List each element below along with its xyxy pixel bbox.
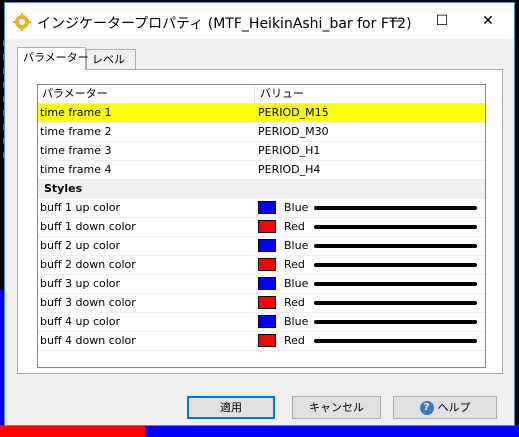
tab-panel-parameters: パラメーター バリュー time frame 1 PERIOD_M15 time… <box>17 69 503 374</box>
color-swatch[interactable] <box>258 239 276 252</box>
param-name: buff 4 down color <box>40 334 136 347</box>
table-row[interactable]: time frame 1 PERIOD_M15 <box>38 104 485 123</box>
param-name: buff 4 up color <box>40 315 121 328</box>
color-row[interactable]: buff 4 up color Blue <box>38 313 485 332</box>
line-style-sample[interactable] <box>314 244 477 248</box>
param-value[interactable]: PERIOD_M30 <box>258 123 329 141</box>
param-value[interactable]: PERIOD_H4 <box>258 161 320 179</box>
minimize-button[interactable]: — <box>373 3 419 39</box>
color-name: Red <box>284 296 305 309</box>
tab-parameters[interactable]: パラメーター <box>17 47 89 70</box>
color-row[interactable]: buff 1 up color Blue <box>38 199 485 218</box>
title-bar[interactable]: インジケータープロパティ (MTF_HeikinAshi_bar for FT2… <box>5 3 514 39</box>
color-swatch[interactable] <box>258 277 276 290</box>
maximize-button[interactable]: ☐ <box>419 3 465 39</box>
param-name: time frame 3 <box>40 144 112 157</box>
line-style-sample[interactable] <box>314 225 477 229</box>
param-value[interactable]: PERIOD_H1 <box>258 142 320 160</box>
color-row[interactable]: buff 3 down color Red <box>38 294 485 313</box>
color-swatch[interactable] <box>258 220 276 233</box>
line-style-sample[interactable] <box>314 339 477 343</box>
param-name: buff 2 up color <box>40 239 121 252</box>
property-grid: パラメーター バリュー time frame 1 PERIOD_M15 time… <box>37 84 486 368</box>
param-name: buff 2 down color <box>40 258 136 271</box>
column-header-parameter[interactable]: パラメーター <box>38 85 255 103</box>
properties-dialog: インジケータープロパティ (MTF_HeikinAshi_bar for FT2… <box>4 2 515 426</box>
param-name: buff 1 down color <box>40 220 136 233</box>
param-name: time frame 4 <box>40 163 112 176</box>
table-row[interactable]: time frame 4 PERIOD_H4 <box>38 161 485 180</box>
color-swatch[interactable] <box>258 258 276 271</box>
chart-background-bar-blue-bottom <box>145 425 519 437</box>
color-name: Red <box>284 220 305 233</box>
color-name: Blue <box>284 315 309 328</box>
help-button-label: ヘルプ <box>437 401 471 414</box>
group-label: Styles <box>44 182 83 195</box>
color-swatch[interactable] <box>258 296 276 309</box>
help-button[interactable]: ? ヘルプ <box>393 396 497 419</box>
apply-button[interactable]: 適用 <box>187 396 275 419</box>
grid-header: パラメーター バリュー <box>38 85 485 104</box>
chart-background-bar-red <box>0 425 145 437</box>
color-swatch[interactable] <box>258 334 276 347</box>
color-row[interactable]: buff 2 up color Blue <box>38 237 485 256</box>
table-row[interactable]: time frame 3 PERIOD_H1 <box>38 142 485 161</box>
cancel-button[interactable]: キャンセル <box>292 396 381 419</box>
color-swatch[interactable] <box>258 315 276 328</box>
line-style-sample[interactable] <box>314 263 477 267</box>
gear-icon <box>13 13 31 31</box>
line-style-sample[interactable] <box>314 206 477 210</box>
color-name: Blue <box>284 239 309 252</box>
window-title: インジケータープロパティ (MTF_HeikinAshi_bar for FT2… <box>37 16 412 32</box>
help-icon: ? <box>419 401 434 415</box>
table-row[interactable]: time frame 2 PERIOD_M30 <box>38 123 485 142</box>
column-header-value[interactable]: バリュー <box>256 85 485 103</box>
line-style-sample[interactable] <box>314 320 477 324</box>
color-row[interactable]: buff 2 down color Red <box>38 256 485 275</box>
color-name: Red <box>284 334 305 347</box>
group-header-styles: Styles <box>38 180 485 199</box>
color-name: Blue <box>284 201 309 214</box>
param-name: buff 1 up color <box>40 201 121 214</box>
param-name: buff 3 up color <box>40 277 121 290</box>
color-name: Blue <box>284 277 309 290</box>
param-name: buff 3 down color <box>40 296 136 309</box>
color-swatch[interactable] <box>258 201 276 214</box>
close-button[interactable]: ✕ <box>465 3 511 39</box>
line-style-sample[interactable] <box>314 282 477 286</box>
line-style-sample[interactable] <box>314 301 477 305</box>
color-row[interactable]: buff 4 down color Red <box>38 332 485 351</box>
color-row[interactable]: buff 1 down color Red <box>38 218 485 237</box>
param-name: time frame 2 <box>40 125 112 138</box>
color-row[interactable]: buff 3 up color Blue <box>38 275 485 294</box>
param-name: time frame 1 <box>40 106 112 119</box>
param-value[interactable]: PERIOD_M15 <box>258 104 329 122</box>
tab-levels[interactable]: レベル <box>86 49 136 69</box>
color-name: Red <box>284 258 305 271</box>
